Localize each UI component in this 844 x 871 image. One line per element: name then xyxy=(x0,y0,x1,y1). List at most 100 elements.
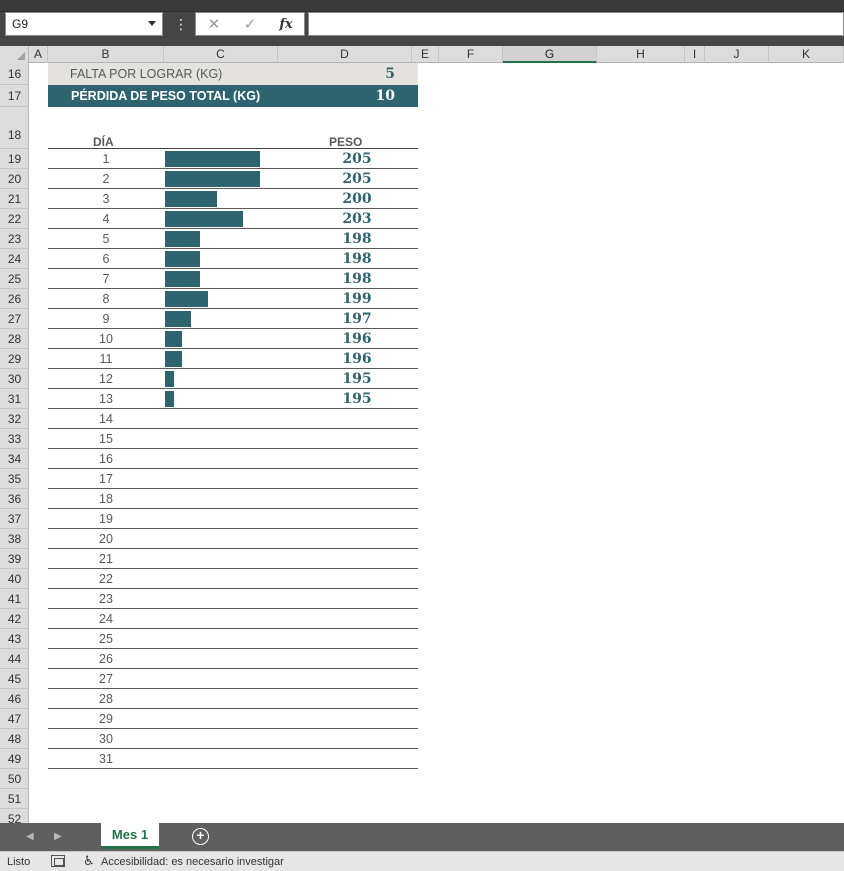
chevron-down-icon[interactable] xyxy=(148,21,156,26)
row-header-47[interactable]: 47 xyxy=(0,709,29,729)
column-header-f[interactable]: F xyxy=(439,46,503,63)
row-header-42[interactable]: 42 xyxy=(0,609,29,629)
row-header-46[interactable]: 46 xyxy=(0,689,29,709)
table-row[interactable]: 23 xyxy=(48,589,418,609)
insert-function-icon[interactable]: fx xyxy=(274,15,298,35)
table-row[interactable]: 31 xyxy=(48,749,418,769)
select-all-button[interactable] xyxy=(0,46,29,63)
table-row[interactable]: 9 197 xyxy=(48,309,418,329)
row-header-21[interactable]: 21 xyxy=(0,189,29,209)
table-row[interactable]: 22 xyxy=(48,569,418,589)
macro-record-icon[interactable] xyxy=(51,855,65,867)
row-header-26[interactable]: 26 xyxy=(0,289,29,309)
table-row[interactable]: 1 205 xyxy=(48,149,418,169)
column-header-g[interactable]: G xyxy=(503,46,597,63)
row-header-19[interactable]: 19 xyxy=(0,149,29,169)
table-row[interactable]: 4 203 xyxy=(48,209,418,229)
remaining-row[interactable]: FALTA POR LOGRAR (KG) 5 xyxy=(48,63,418,85)
table-row[interactable]: 8 199 xyxy=(48,289,418,309)
table-row[interactable]: 2 205 xyxy=(48,169,418,189)
row-header-29[interactable]: 29 xyxy=(0,349,29,369)
data-bar xyxy=(165,211,243,227)
accessibility-icon[interactable]: ♿ xyxy=(83,853,95,869)
row-header-35[interactable]: 35 xyxy=(0,469,29,489)
table-row[interactable]: 3 200 xyxy=(48,189,418,209)
table-row[interactable]: 7 198 xyxy=(48,269,418,289)
table-row[interactable]: 10 196 xyxy=(48,329,418,349)
row-header-20[interactable]: 20 xyxy=(0,169,29,189)
column-header-i[interactable]: I xyxy=(685,46,705,63)
table-row[interactable]: 27 xyxy=(48,669,418,689)
row-header-32[interactable]: 32 xyxy=(0,409,29,429)
row-header-36[interactable]: 36 xyxy=(0,489,29,509)
column-header-a[interactable]: A xyxy=(29,46,48,63)
row-header-50[interactable]: 50 xyxy=(0,769,29,789)
column-header-e[interactable]: E xyxy=(412,46,439,63)
row-header-40[interactable]: 40 xyxy=(0,569,29,589)
row-header-51[interactable]: 51 xyxy=(0,789,29,809)
column-header-k[interactable]: K xyxy=(769,46,844,63)
table-row[interactable]: 11 196 xyxy=(48,349,418,369)
formula-input[interactable] xyxy=(308,12,844,36)
accessibility-status[interactable]: Accesibilidad: es necesario investigar xyxy=(101,856,284,868)
row-header-44[interactable]: 44 xyxy=(0,649,29,669)
total-loss-label: PÉRDIDA DE PESO TOTAL (KG) xyxy=(71,89,261,103)
day-cell: 29 xyxy=(99,712,113,726)
row-header-17[interactable]: 17 xyxy=(0,85,29,107)
cancel-icon[interactable]: ✕ xyxy=(202,15,226,35)
row-header-49[interactable]: 49 xyxy=(0,749,29,769)
next-sheet-icon[interactable]: ▶ xyxy=(54,831,62,842)
table-row[interactable]: 28 xyxy=(48,689,418,709)
column-header-c[interactable]: C xyxy=(164,46,278,63)
column-header-h[interactable]: H xyxy=(597,46,685,63)
row-header-18[interactable]: 18 xyxy=(0,107,29,149)
table-row[interactable]: 5 198 xyxy=(48,229,418,249)
worksheet-grid[interactable]: FALTA POR LOGRAR (KG) 5 PÉRDIDA DE PESO … xyxy=(29,63,844,823)
enter-icon[interactable]: ✓ xyxy=(238,15,262,35)
row-header-31[interactable]: 31 xyxy=(0,389,29,409)
row-header-45[interactable]: 45 xyxy=(0,669,29,689)
more-options-icon[interactable]: ⋮ xyxy=(174,13,188,35)
row-header-33[interactable]: 33 xyxy=(0,429,29,449)
row-header-43[interactable]: 43 xyxy=(0,629,29,649)
table-row[interactable]: 26 xyxy=(48,649,418,669)
table-row[interactable]: 21 xyxy=(48,549,418,569)
row-header-23[interactable]: 23 xyxy=(0,229,29,249)
row-header-22[interactable]: 22 xyxy=(0,209,29,229)
table-row[interactable]: 13 195 xyxy=(48,389,418,409)
table-row[interactable]: 30 xyxy=(48,729,418,749)
table-row[interactable]: 24 xyxy=(48,609,418,629)
name-box[interactable]: G9 xyxy=(5,12,163,36)
row-header-38[interactable]: 38 xyxy=(0,529,29,549)
table-row[interactable]: 16 xyxy=(48,449,418,469)
row-header-34[interactable]: 34 xyxy=(0,449,29,469)
total-loss-row[interactable]: PÉRDIDA DE PESO TOTAL (KG) 10 xyxy=(48,85,418,107)
column-header-j[interactable]: J xyxy=(705,46,769,63)
row-header-48[interactable]: 48 xyxy=(0,729,29,749)
sheet-tab-mes-1[interactable]: Mes 1 xyxy=(101,823,159,849)
table-row[interactable]: 14 xyxy=(48,409,418,429)
row-header-27[interactable]: 27 xyxy=(0,309,29,329)
weight-cell: 195 xyxy=(342,371,372,387)
row-header-16[interactable]: 16 xyxy=(0,63,29,85)
row-header-39[interactable]: 39 xyxy=(0,549,29,569)
column-header-d[interactable]: D xyxy=(278,46,412,63)
row-header-41[interactable]: 41 xyxy=(0,589,29,609)
table-row[interactable]: 29 xyxy=(48,709,418,729)
table-row[interactable]: 18 xyxy=(48,489,418,509)
row-header-30[interactable]: 30 xyxy=(0,369,29,389)
row-header-28[interactable]: 28 xyxy=(0,329,29,349)
add-sheet-icon[interactable]: + xyxy=(192,828,209,845)
table-row[interactable]: 15 xyxy=(48,429,418,449)
row-header-24[interactable]: 24 xyxy=(0,249,29,269)
table-row[interactable]: 6 198 xyxy=(48,249,418,269)
table-row[interactable]: 20 xyxy=(48,529,418,549)
row-header-37[interactable]: 37 xyxy=(0,509,29,529)
table-row[interactable]: 25 xyxy=(48,629,418,649)
table-row[interactable]: 19 xyxy=(48,509,418,529)
table-row[interactable]: 12 195 xyxy=(48,369,418,389)
table-row[interactable]: 17 xyxy=(48,469,418,489)
row-header-25[interactable]: 25 xyxy=(0,269,29,289)
column-header-b[interactable]: B xyxy=(48,46,164,63)
prev-sheet-icon[interactable]: ◀ xyxy=(26,831,34,842)
